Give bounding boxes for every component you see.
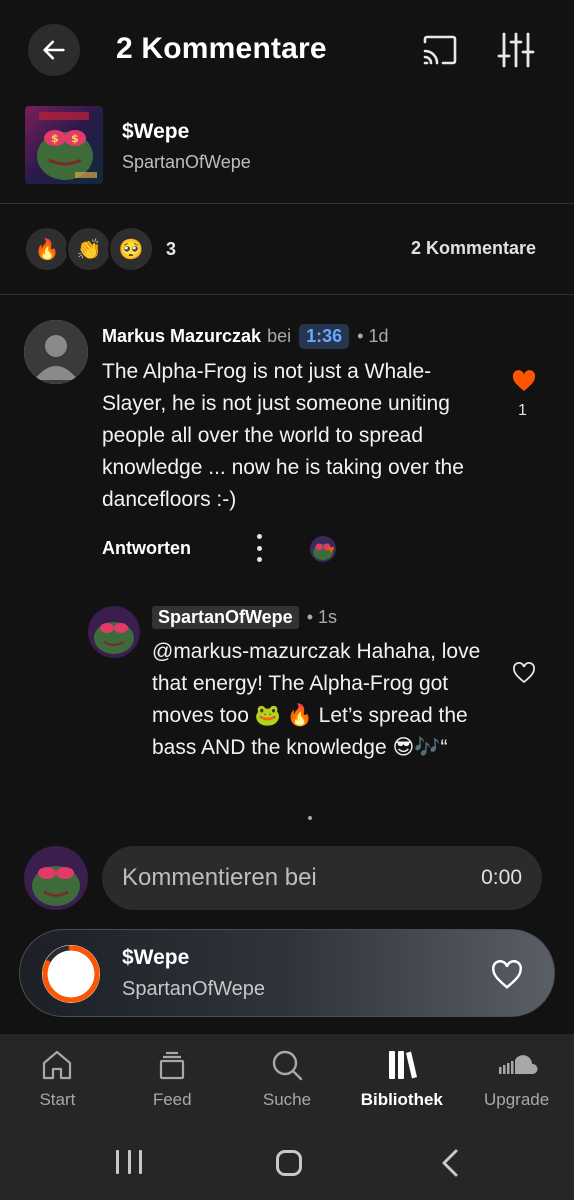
nav-label: Upgrade (483, 1090, 550, 1109)
reactions-summary[interactable]: 🔥 👏 🥺 3 (24, 226, 176, 272)
arrow-left-icon (43, 40, 65, 60)
reaction-clap-icon: 👏 (66, 226, 112, 272)
bottom-navigation: Start Feed Suche Bibliothek Upgrade (0, 1034, 574, 1126)
mini-player-title: $Wepe (122, 946, 190, 969)
recents-icon[interactable] (116, 1150, 142, 1174)
reply-meta: SpartanOfWepe • 1s (152, 606, 337, 629)
header: 2 Kommentare (0, 0, 574, 100)
avatar[interactable] (24, 320, 88, 384)
home-icon (43, 1050, 72, 1080)
comment-input-placeholder: Kommentieren bei (122, 864, 317, 891)
home-button-icon[interactable] (276, 1150, 302, 1176)
comment-at-label: bei (267, 326, 292, 346)
more-options-icon[interactable] (255, 534, 263, 562)
cast-icon[interactable] (420, 30, 460, 70)
page-title: 2 Kommentare (116, 32, 327, 65)
reply-body: @markus-mazurczak Hahaha, love that ener… (152, 640, 481, 759)
avatar (24, 846, 88, 910)
reaction-pleading-icon: 🥺 (108, 226, 154, 272)
comment-meta: Markus Mazurczak bei 1:36 • 1d (102, 324, 388, 349)
reply-username[interactable]: SpartanOfWepe (152, 606, 299, 629)
track-artwork[interactable]: $ $ (25, 106, 103, 184)
comment-age: • 1d (357, 326, 389, 346)
track-title[interactable]: $Wepe (122, 120, 189, 144)
scroll-indicator (308, 816, 312, 820)
heart-outline-icon[interactable] (512, 662, 536, 684)
nav-label: Suche (262, 1090, 312, 1109)
heart-outline-icon[interactable] (490, 960, 524, 990)
nav-library[interactable]: Bibliothek (344, 1034, 459, 1126)
nav-label: Start (39, 1090, 76, 1109)
comment-composer: Kommentieren bei 0:00 (24, 846, 544, 910)
soundcloud-icon (498, 1055, 538, 1074)
avatar[interactable] (88, 606, 140, 658)
pause-icon[interactable] (64, 965, 80, 983)
mini-player[interactable]: $Wepe SpartanOfWepe (19, 929, 555, 1017)
reaction-fire-icon: 🔥 (24, 226, 70, 272)
nav-label: Feed (152, 1090, 192, 1109)
back-button[interactable] (28, 24, 80, 76)
nav-feed[interactable]: Feed (115, 1034, 230, 1126)
library-icon (388, 1051, 417, 1079)
nav-search[interactable]: Suche (230, 1034, 345, 1126)
mini-player-artist: SpartanOfWepe (122, 978, 266, 1000)
divider (0, 203, 574, 204)
track-artist[interactable]: SpartanOfWepe (122, 152, 251, 173)
comment-input-time: 0:00 (481, 866, 522, 889)
reaction-count: 3 (166, 238, 177, 259)
comment-input[interactable]: Kommentieren bei 0:00 (102, 846, 542, 910)
system-navigation (0, 1126, 574, 1200)
track-info[interactable]: $ $ $Wepe SpartanOfWepe (25, 104, 549, 186)
search-icon (272, 1050, 303, 1081)
heart-filled-icon[interactable] (512, 370, 536, 392)
equalizer-sliders-icon[interactable] (497, 30, 535, 70)
comment-like-count: 1 (518, 402, 527, 419)
comment-actions: Antworten ♥ (102, 534, 402, 568)
comments-count: 2 Kommentare (410, 238, 536, 258)
nav-upgrade[interactable]: Upgrade (459, 1034, 574, 1126)
svg-text:$: $ (51, 132, 59, 145)
system-back-icon[interactable] (438, 1148, 462, 1178)
default-user-icon (24, 320, 88, 384)
reply-age: • 1s (306, 607, 338, 627)
svg-text:$: $ (71, 132, 79, 145)
divider (0, 294, 574, 295)
comment-username[interactable]: Markus Mazurczak (102, 326, 261, 347)
comment-body: The Alpha-Frog is not just a Whale-Slaye… (102, 360, 464, 511)
comment-timestamp[interactable]: 1:36 (299, 324, 350, 349)
liker-heart-icon: ♥ (328, 544, 335, 556)
nav-start[interactable]: Start (0, 1034, 115, 1126)
feed-icon (160, 1051, 185, 1080)
reply-button[interactable]: Antworten (102, 538, 191, 559)
nav-label: Bibliothek (360, 1090, 443, 1109)
